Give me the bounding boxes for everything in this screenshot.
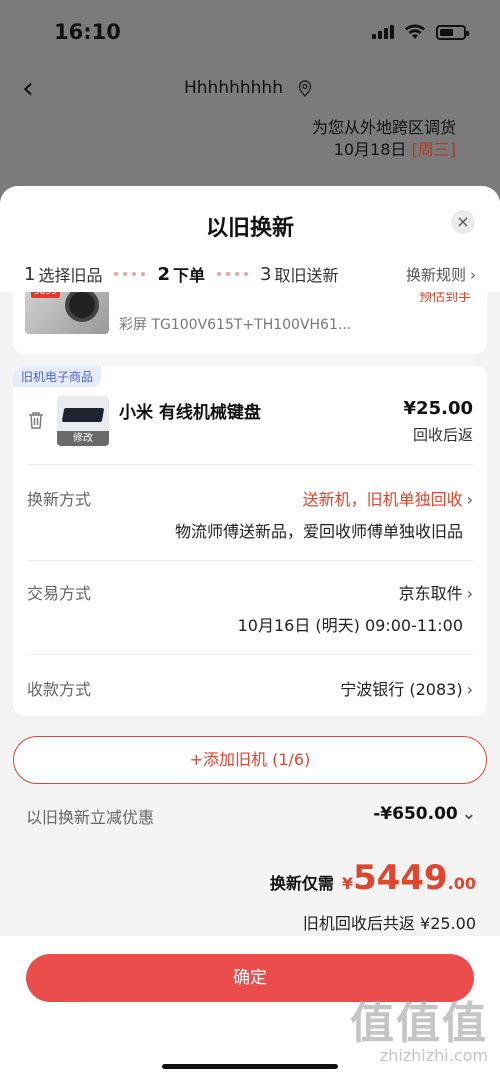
confirm-button[interactable]: 确定: [26, 954, 474, 1002]
total-label: 换新仅需: [269, 874, 334, 893]
chevron-right-icon: ›: [466, 584, 473, 603]
status-icons: [372, 24, 469, 40]
total-currency: ¥: [341, 874, 354, 893]
ship-date: 10月18日 [周三]: [334, 136, 456, 160]
old-item-price: ¥25.00: [403, 398, 473, 419]
product-model: 彩屏 TG100V615T+TH100VH61...: [119, 317, 352, 333]
chevron-right-icon: ›: [466, 680, 473, 699]
chevron-right-icon: ›: [466, 490, 473, 509]
total-integer: 5449: [353, 858, 448, 898]
ship-date-weekday: [周三]: [411, 140, 457, 159]
keyboard-thumbnail[interactable]: 修改: [57, 396, 109, 446]
new-product-card[interactable]: 5899 预估到手 彩屏 TG100V615T+TH100VH61...: [13, 286, 487, 354]
product-thumbnail: 5899: [25, 286, 109, 334]
rules-link-label: 换新规则: [405, 266, 466, 284]
divider: [27, 464, 473, 465]
exchange-method-label: 换新方式: [27, 490, 92, 509]
total-decimal: .00: [447, 874, 476, 893]
old-item-tag: 旧机电子商品: [13, 366, 102, 387]
payment-method-value[interactable]: 宁波银行 (2083) ›: [340, 676, 473, 700]
discount-value[interactable]: -¥650.00 ⌄: [373, 804, 476, 824]
status-bar: 16:10: [0, 0, 500, 66]
trash-icon[interactable]: [27, 410, 45, 430]
pickup-time: 10月16日 (明天) 09:00-11:00: [237, 616, 463, 635]
close-button[interactable]: ×: [451, 210, 475, 234]
watermark-logo: 值值值: [350, 998, 488, 1049]
old-item-card: 旧机电子商品 修改 小米 有线机械键盘 ¥25.00 回收后返 换新方式 送新机…: [13, 366, 487, 716]
location-name[interactable]: Hhhhhhhhh: [184, 78, 283, 98]
divider: [27, 654, 473, 655]
bottom-bar: 确定 值值值 zhizhizhi.com: [0, 936, 500, 1082]
step-1-number: 1: [24, 263, 36, 285]
edit-label[interactable]: 修改: [57, 431, 109, 446]
signal-icon: [372, 25, 394, 39]
status-time: 16:10: [54, 20, 121, 44]
step-2-number: 2: [157, 263, 170, 285]
step-3-number: 3: [260, 263, 272, 285]
exchange-method-text: 送新机，旧机单独回收: [302, 490, 463, 509]
divider: [27, 560, 473, 561]
back-icon[interactable]: ‹: [22, 74, 34, 104]
old-item-name: 小米 有线机械键盘: [119, 403, 261, 423]
location-pin-icon: [298, 80, 312, 97]
discount-label: 以旧换新立减优惠: [26, 808, 155, 827]
discount-amount: -¥650.00: [373, 804, 458, 824]
step-dots: [114, 272, 146, 276]
add-old-item-button[interactable]: +添加旧机 (1/6): [13, 736, 487, 784]
chevron-right-icon: ›: [470, 266, 476, 284]
step-1-label: 选择旧品: [38, 266, 103, 285]
step-indicator: 1 选择旧品 2 下单 3 取旧送新: [24, 262, 338, 286]
trade-method-label: 交易方式: [27, 584, 92, 603]
exchange-method-sub: 物流师傅送新品，爱回收师傅单独收旧品: [174, 522, 463, 541]
step-3-label: 取旧送新: [274, 266, 339, 285]
battery-icon: [436, 24, 469, 40]
payment-method-label: 收款方式: [27, 680, 92, 699]
chevron-down-icon: ⌄: [461, 804, 476, 824]
step-dots: [217, 272, 249, 276]
washer-image: [65, 288, 99, 322]
payment-method-text: 宁波银行 (2083): [340, 680, 463, 699]
trade-method-value[interactable]: 京东取件 ›: [399, 580, 473, 604]
sheet-title: 以旧换新: [205, 216, 294, 241]
wifi-icon: [405, 24, 425, 39]
background-page: 16:10 ‹ Hhhhhhhhh 为您从外地跨区调货 10月18日 [周三]: [0, 0, 500, 200]
total-price: 换新仅需 ¥ 5449 .00: [270, 858, 476, 898]
sheet-header: 以旧换新 × 1 选择旧品 2 下单 3 取旧送新 换新规则 ›: [0, 186, 500, 292]
home-indicator: [162, 1064, 338, 1069]
rules-link[interactable]: 换新规则 ›: [406, 264, 476, 285]
ship-date-day: 10月18日: [333, 140, 407, 159]
watermark: 值值值 zhizhizhi.com: [350, 998, 488, 1066]
ship-note: 为您从外地跨区调货: [311, 118, 456, 137]
trade-method-text: 京东取件: [398, 584, 463, 603]
return-amount: 旧机回收后共返 ¥25.00: [302, 914, 476, 933]
trade-in-sheet: 5899 预估到手 彩屏 TG100V615T+TH100VH61... 以旧换…: [0, 186, 500, 1082]
old-item-price-note: 回收后返: [412, 426, 473, 444]
exchange-method-value[interactable]: 送新机，旧机单独回收 ›: [303, 486, 473, 510]
step-2-label: 下单: [173, 266, 206, 285]
